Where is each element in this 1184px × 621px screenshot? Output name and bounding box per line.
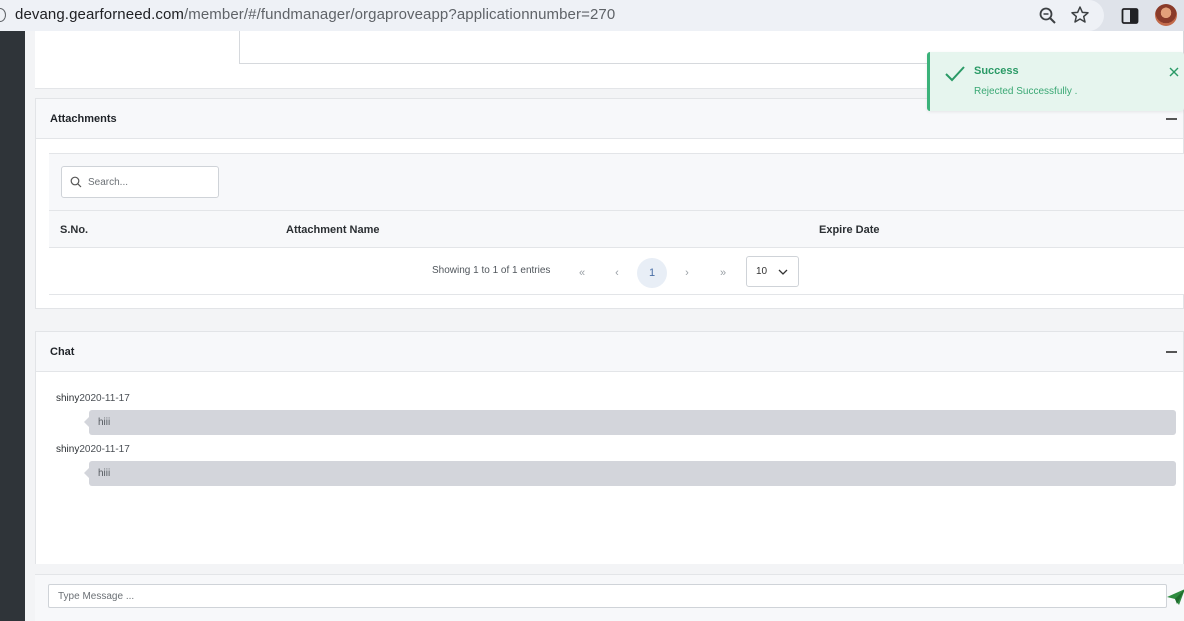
url-host: devang.gearforneed.com xyxy=(15,6,184,23)
pagination: Showing 1 to 1 of 1 entries « ‹ 1 › » 10 xyxy=(49,248,1184,295)
column-header-sno[interactable]: S.No. xyxy=(60,224,88,236)
sidebar-rail xyxy=(0,31,25,621)
collapse-icon[interactable] xyxy=(1166,118,1177,120)
toast-message: Rejected Successfully . xyxy=(974,86,1078,97)
message-user: shiny xyxy=(56,393,80,404)
collapse-icon[interactable] xyxy=(1166,351,1177,353)
last-page-button[interactable]: » xyxy=(708,258,738,288)
table-toolbar xyxy=(49,154,1184,210)
column-header-expire-date[interactable]: Expire Date xyxy=(819,224,880,236)
search-input[interactable] xyxy=(88,168,216,196)
browser-toolbar: devang.gearforneed.com/member/#/fundmana… xyxy=(0,0,1184,31)
close-icon[interactable] xyxy=(1168,66,1180,78)
message-input[interactable] xyxy=(48,584,1167,608)
attachments-card: Attachments S.No. Attachment Name Expire… xyxy=(35,98,1184,309)
send-icon[interactable] xyxy=(1166,588,1184,606)
page-size-value: 10 xyxy=(756,266,768,277)
message-bubble: hiii xyxy=(84,461,1176,486)
message-bubble: hiii xyxy=(84,410,1176,435)
search-icon xyxy=(70,176,82,188)
success-toast: Success Rejected Successfully . xyxy=(927,52,1184,111)
page-size-select[interactable]: 10 xyxy=(746,256,799,287)
profile-avatar[interactable] xyxy=(1155,4,1177,26)
side-panel-icon[interactable] xyxy=(1120,6,1140,26)
page-content: Attachments S.No. Attachment Name Expire… xyxy=(25,31,1184,621)
chat-card: Chat shiny2020-11-17 hiii shiny2020-11-1… xyxy=(35,331,1184,564)
check-icon xyxy=(945,66,965,82)
chat-title: Chat xyxy=(50,346,75,358)
site-info-icon[interactable] xyxy=(0,8,6,22)
toast-title: Success xyxy=(974,65,1019,77)
url-text[interactable]: devang.gearforneed.com/member/#/fundmana… xyxy=(15,6,615,23)
url-path: /member/#/fundmanager/orgaproveapp?appli… xyxy=(183,6,616,23)
chat-compose xyxy=(35,574,1184,621)
message-date: 2020-11-17 xyxy=(79,393,130,404)
chevron-down-icon xyxy=(778,269,788,275)
message-date: 2020-11-17 xyxy=(79,444,130,455)
attachments-title: Attachments xyxy=(50,113,117,125)
zoom-icon[interactable] xyxy=(1038,6,1058,26)
message-meta: shiny2020-11-17 xyxy=(56,444,130,455)
message-meta: shiny2020-11-17 xyxy=(56,393,130,404)
search-box[interactable] xyxy=(61,166,219,198)
chat-header[interactable]: Chat xyxy=(36,332,1183,372)
first-page-button[interactable]: « xyxy=(567,258,597,288)
prev-page-button[interactable]: ‹ xyxy=(602,258,632,288)
column-header-attachment-name[interactable]: Attachment Name xyxy=(286,224,380,236)
table-header: S.No. Attachment Name Expire Date xyxy=(49,210,1184,248)
page-1-button[interactable]: 1 xyxy=(637,258,667,288)
attachments-table: S.No. Attachment Name Expire Date Showin… xyxy=(49,153,1184,295)
chat-messages: shiny2020-11-17 hiii shiny2020-11-17 hii… xyxy=(36,372,1183,564)
address-bar[interactable]: devang.gearforneed.com/member/#/fundmana… xyxy=(0,0,1104,31)
bookmark-star-icon[interactable] xyxy=(1070,5,1090,25)
message-text: hiii xyxy=(98,468,111,479)
message-text: hiii xyxy=(98,417,111,428)
entries-info: Showing 1 to 1 of 1 entries xyxy=(432,265,551,276)
message-user: shiny xyxy=(56,444,80,455)
next-page-button[interactable]: › xyxy=(672,258,702,288)
